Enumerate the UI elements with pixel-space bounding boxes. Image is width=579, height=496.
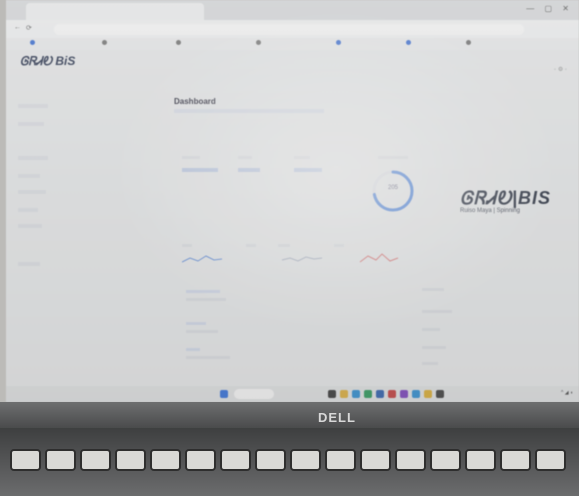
kpi-label	[182, 156, 200, 159]
kpi-value	[182, 168, 218, 172]
keyboard-key	[115, 449, 146, 471]
bookmark-item[interactable]	[406, 40, 413, 46]
keyboard-key	[325, 449, 356, 471]
kpi-label	[378, 156, 408, 159]
right-list-item[interactable]	[422, 362, 438, 365]
app-icon[interactable]	[376, 390, 384, 398]
bookmark-icon	[30, 40, 35, 46]
system-tray[interactable]: ^ ◢ ◖	[561, 390, 573, 396]
sidebar-item[interactable]	[18, 174, 40, 178]
keyboard-key	[465, 449, 496, 471]
bookmark-icon	[406, 40, 411, 46]
keyboard-key	[535, 449, 566, 471]
app-icon[interactable]	[412, 390, 420, 398]
bookmark-icon	[102, 40, 107, 46]
bookmark-item[interactable]	[336, 40, 343, 46]
browser-tab-bar: — ▢ ✕	[6, 0, 579, 20]
app-logo[interactable]: ᎶᏒᏗᎧ BiS	[20, 54, 75, 69]
taskbar-search[interactable]	[234, 389, 274, 399]
sidebar-item[interactable]	[18, 224, 42, 228]
bookmark-icon	[256, 40, 261, 46]
detail-label	[186, 348, 200, 351]
app-icon[interactable]	[436, 390, 444, 398]
right-list-item[interactable]	[422, 328, 440, 331]
app-icon[interactable]	[364, 390, 372, 398]
laptop-bezel	[0, 402, 579, 428]
sparkline-label	[182, 244, 192, 247]
gauge-value: 205	[388, 185, 399, 191]
detail-value	[186, 298, 226, 301]
sparkline-row	[182, 253, 399, 263]
bookmark-icon	[466, 40, 471, 46]
sparkline-2	[281, 256, 323, 262]
sidebar-item[interactable]	[18, 190, 46, 194]
app-icon[interactable]	[400, 390, 408, 398]
bookmark-item[interactable]	[176, 40, 183, 46]
file-explorer-icon[interactable]	[340, 390, 348, 398]
company-brand: ᎶᏒᏗᎧ|BIS Ruiso Maya | Spinning	[460, 188, 551, 214]
detail-value	[186, 330, 218, 333]
keyboard-key	[395, 449, 426, 471]
page-subtitle	[174, 109, 324, 113]
company-logo: ᎶᏒᏗᎧ|BIS	[460, 188, 552, 208]
sparkline-3	[359, 253, 399, 263]
os-taskbar	[6, 386, 579, 402]
keyboard-key	[80, 449, 111, 471]
sidebar-item[interactable]	[18, 156, 48, 160]
back-icon[interactable]: ←	[14, 24, 21, 31]
keyboard-key	[10, 449, 41, 471]
sidebar-item[interactable]	[18, 262, 40, 266]
chrome-icon[interactable]	[424, 390, 432, 398]
bookmark-icon	[336, 40, 341, 46]
detail-label	[186, 322, 206, 325]
kpi-label	[294, 156, 310, 159]
refresh-icon[interactable]: ⟳	[26, 24, 32, 32]
window-controls[interactable]: — ▢ ✕	[526, 4, 573, 13]
keyboard-key	[45, 449, 76, 471]
page-title: Dashboard	[174, 97, 216, 106]
keyboard-key	[430, 449, 461, 471]
address-bar-row: ← ⟳	[6, 20, 579, 38]
sidebar-item[interactable]	[18, 208, 38, 212]
keyboard-key	[360, 449, 391, 471]
url-input[interactable]	[54, 24, 524, 35]
keyboard-key	[185, 449, 216, 471]
right-list-item[interactable]	[422, 310, 452, 313]
taskview-icon[interactable]	[328, 390, 336, 398]
detail-value	[186, 356, 230, 359]
keyboard-key	[150, 449, 181, 471]
sidebar-item[interactable]	[18, 104, 48, 108]
sparkline-1	[182, 255, 223, 263]
right-list-item[interactable]	[422, 346, 446, 349]
bookmarks-bar	[6, 38, 579, 50]
kpi-value	[238, 168, 260, 172]
browser-tab[interactable]	[26, 3, 204, 20]
keyboard-key	[500, 449, 531, 471]
keyboard-key	[255, 449, 286, 471]
laptop-brand-logo: DELL	[318, 410, 356, 425]
windows-start-icon[interactable]	[220, 390, 228, 398]
sparkline-label	[334, 244, 344, 247]
bookmark-item[interactable]	[256, 40, 263, 46]
kpi-label	[238, 156, 252, 159]
edge-icon[interactable]	[352, 390, 360, 398]
app-icon[interactable]	[388, 390, 396, 398]
keyboard-key	[290, 449, 321, 471]
sparkline-label	[278, 244, 290, 247]
sidebar-item[interactable]	[18, 122, 44, 126]
laptop-screen: — ▢ ✕ ← ⟳ ᎶᏒᏗᎧ BiS ◦ ⚙ ◦ Dashboard 205 Ꮆ…	[6, 0, 579, 402]
bookmark-item[interactable]	[102, 40, 109, 46]
keyboard-key	[220, 449, 251, 471]
progress-gauge	[372, 170, 414, 212]
detail-label	[186, 290, 220, 293]
bookmark-item[interactable]	[30, 40, 37, 46]
kpi-value	[294, 168, 322, 172]
bookmark-icon	[176, 40, 181, 46]
bookmark-item[interactable]	[466, 40, 473, 46]
header-actions[interactable]: ◦ ⚙ ◦	[554, 66, 567, 73]
right-list-item[interactable]	[422, 288, 444, 291]
sparkline-label	[246, 244, 256, 247]
